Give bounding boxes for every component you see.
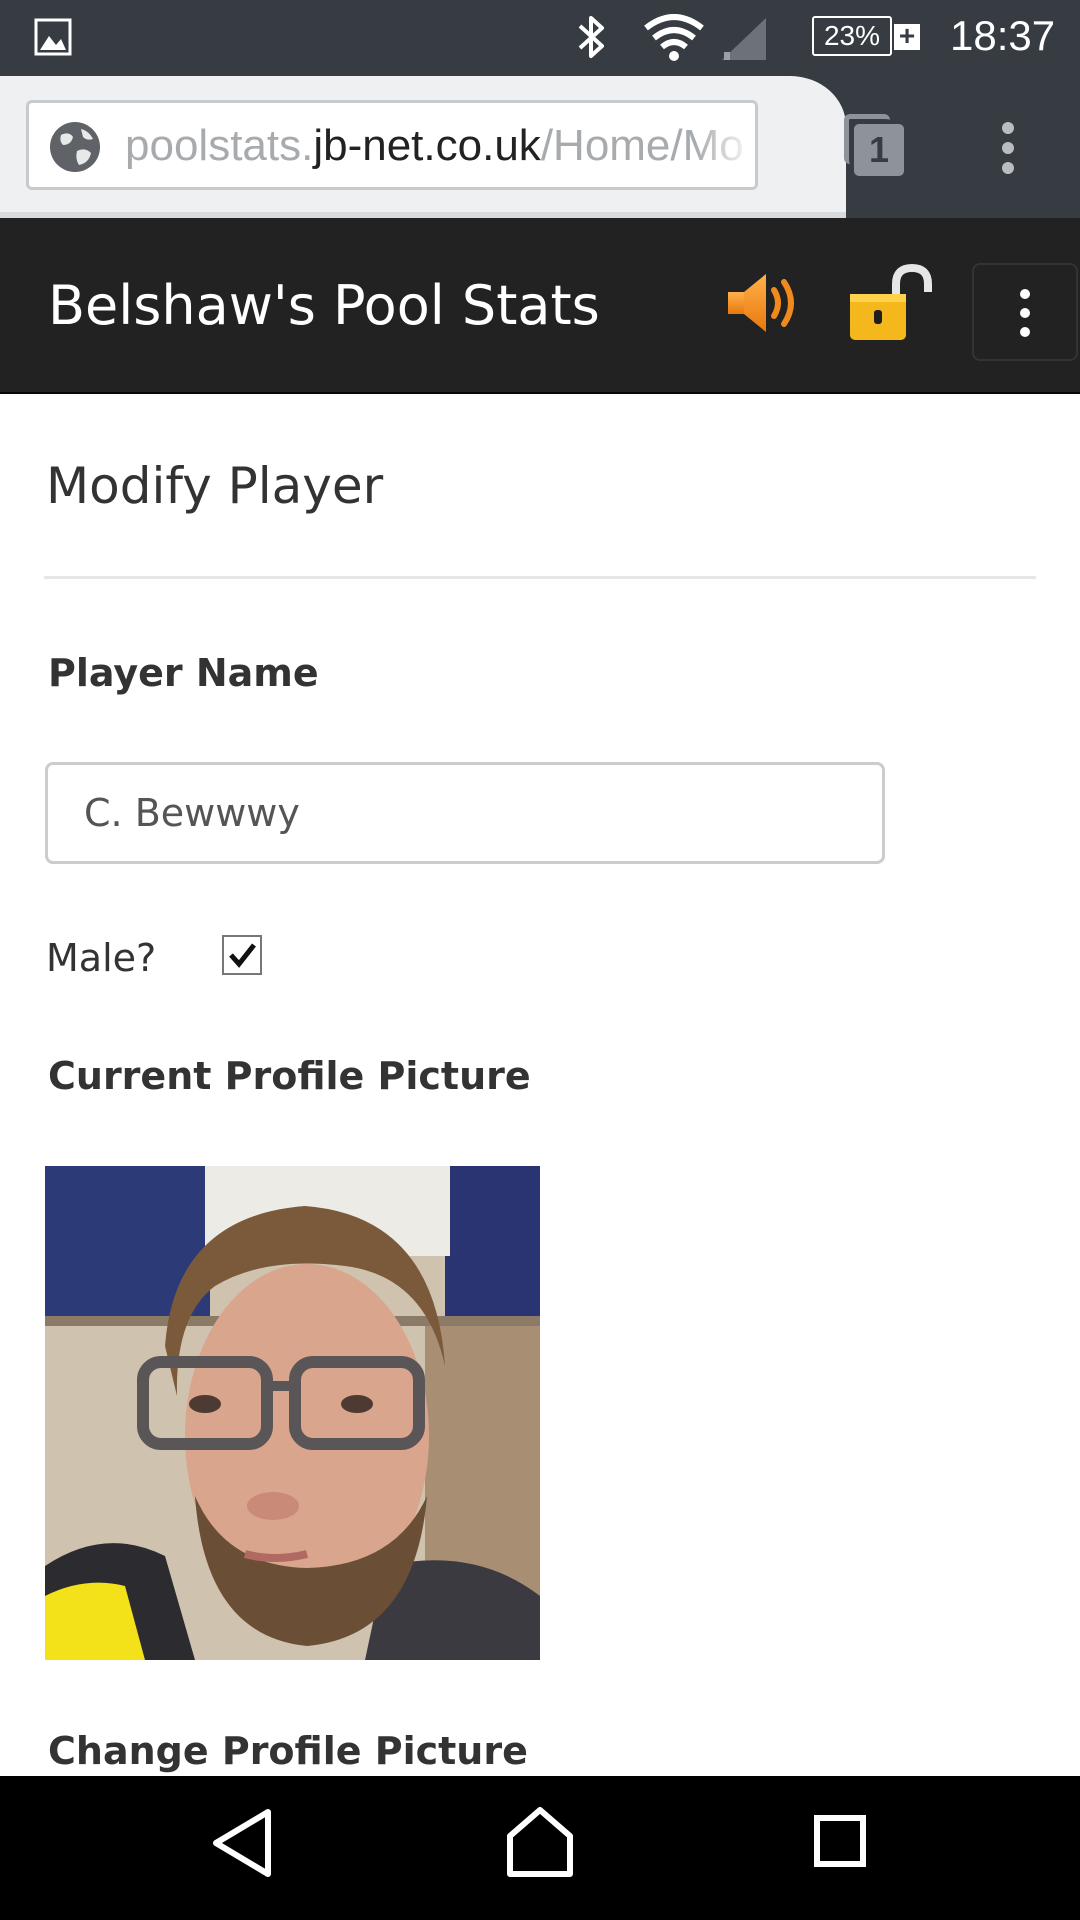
player-name-label: Player Name bbox=[48, 651, 319, 695]
page-title: Modify Player bbox=[46, 457, 384, 515]
profile-picture bbox=[45, 1166, 540, 1660]
battery-charging-indicator: + bbox=[894, 22, 920, 50]
title-divider bbox=[44, 576, 1036, 579]
back-icon[interactable] bbox=[210, 1806, 274, 1884]
tab-count: 1 bbox=[854, 124, 904, 176]
bluetooth-icon bbox=[574, 14, 610, 64]
unlocked-padlock-icon[interactable] bbox=[846, 262, 938, 348]
signal-icon bbox=[720, 16, 768, 66]
site-navbar: Belshaw's Pool Stats bbox=[0, 218, 1080, 394]
menu-toggle-icon[interactable] bbox=[972, 263, 1078, 361]
wifi-icon bbox=[644, 14, 704, 66]
tabs-icon[interactable]: 1 bbox=[844, 114, 906, 176]
url-text: poolstats.jb-net.co.uk/Home/Mo bbox=[125, 119, 744, 173]
android-navigation-bar bbox=[0, 1776, 1080, 1920]
status-bar: 23% + 18:37 bbox=[0, 0, 1080, 76]
url-fade bbox=[695, 103, 755, 187]
globe-icon bbox=[49, 121, 101, 177]
recents-icon[interactable] bbox=[812, 1806, 868, 1884]
page-content: Modify Player Player Name Male? Current … bbox=[0, 394, 1080, 1776]
overflow-menu-icon[interactable] bbox=[990, 120, 1026, 176]
address-bar[interactable]: poolstats.jb-net.co.uk/Home/Mo bbox=[26, 100, 758, 190]
current-picture-label: Current Profile Picture bbox=[48, 1054, 531, 1098]
gallery-icon bbox=[34, 18, 72, 60]
male-checkbox[interactable] bbox=[222, 935, 262, 975]
url-subdomain: poolstats. bbox=[125, 121, 314, 170]
battery-percent: 23% bbox=[812, 16, 892, 56]
status-clock: 18:37 bbox=[950, 12, 1056, 59]
browser-toolbar: poolstats.jb-net.co.uk/Home/Mo 1 bbox=[0, 76, 1080, 218]
player-name-input[interactable] bbox=[45, 762, 885, 864]
battery-icon: 23% + bbox=[812, 16, 920, 58]
site-brand[interactable]: Belshaw's Pool Stats bbox=[48, 276, 600, 336]
male-label: Male? bbox=[46, 936, 157, 980]
checkmark-icon bbox=[229, 943, 256, 968]
home-icon[interactable] bbox=[504, 1806, 576, 1884]
url-host: jb-net.co.uk bbox=[313, 121, 541, 170]
speaker-icon[interactable] bbox=[724, 270, 808, 340]
change-picture-label: Change Profile Picture bbox=[48, 1729, 528, 1773]
